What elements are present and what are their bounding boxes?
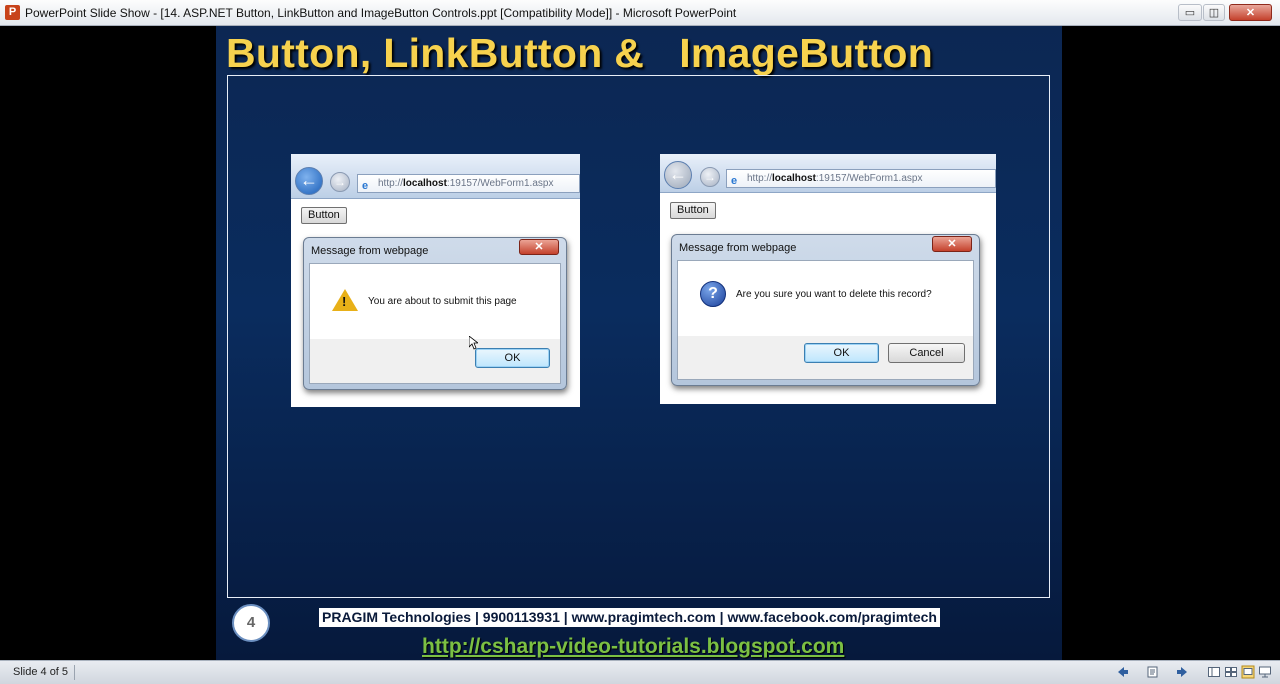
slide-menu-icon[interactable] [1146,665,1160,679]
alert-dialog: Message from webpage ✕ ! You are about t… [303,237,567,390]
confirm-dialog: Message from webpage ✕ ? Are you sure yo… [671,234,980,386]
dialog-body: ? Are you sure you want to delete this r… [677,260,974,380]
mouse-cursor-icon [469,336,478,350]
address-host: localhost [403,178,447,189]
browser-toolbar: ← → e http://localhost:19157/WebForm1.asp… [660,154,996,193]
status-bar: Slide 4 of 5 [0,660,1280,684]
dialog-title: Message from webpage [679,242,797,254]
forward-arrow-icon: → [330,172,350,192]
minimize-button[interactable]: ▭ [1178,4,1202,21]
alert-screenshot: ← → e http://localhost:19157/WebForm1.asp… [291,154,580,407]
footer-url-link[interactable]: http://csharp-video-tutorials.blogspot.c… [422,635,844,659]
back-arrow-icon: ← [295,167,323,195]
dialog-message-area: ? Are you sure you want to delete this r… [678,261,973,336]
window-titlebar: P PowerPoint Slide Show - [14. ASP.NET B… [0,0,1280,26]
address-suffix: :19157/WebForm1.aspx [815,173,923,184]
back-arrow-icon: ← [664,161,692,189]
address-bar: e http://localhost:19157/WebForm1.aspx [726,169,996,188]
slide-title: Button, LinkButton & ImageButton [226,30,934,76]
reading-view-icon[interactable] [1241,665,1255,679]
address-prefix: http:// [747,173,773,184]
next-slide-icon[interactable] [1175,665,1189,679]
slide-indicator: Slide 4 of 5 [13,666,69,678]
previous-slide-icon[interactable] [1116,665,1130,679]
ok-button: OK [475,348,550,368]
dialog-body: ! You are about to submit this page OK [309,263,561,384]
page-button: Button [301,207,347,224]
dialog-message: You are about to submit this page [368,296,517,307]
dialog-message-area: ! You are about to submit this page [310,264,560,339]
slide-sorter-icon[interactable] [1224,665,1238,679]
address-host: localhost [772,173,816,184]
window-title: PowerPoint Slide Show - [14. ASP.NET But… [25,6,737,20]
footer-banner: PRAGIM Technologies | 9900113931 | www.p… [319,608,940,627]
dialog-close-icon: ✕ [519,239,559,255]
normal-view-icon[interactable] [1207,665,1221,679]
address-suffix: :19157/WebForm1.aspx [446,178,554,189]
browser-toolbar: ← → e http://localhost:19157/WebForm1.asp… [291,154,580,199]
question-icon: ? [700,281,726,307]
warning-mark: ! [342,294,347,309]
ie-icon: e [731,175,738,187]
confirm-screenshot: ← → e http://localhost:19157/WebForm1.asp… [660,154,996,404]
status-separator [74,665,75,680]
cancel-button: Cancel [888,343,965,363]
powerpoint-app-icon: P [5,5,20,20]
dialog-message: Are you sure you want to delete this rec… [736,289,932,300]
restore-button[interactable]: ◫ [1203,4,1225,21]
dialog-close-icon: ✕ [932,236,972,252]
ok-button: OK [804,343,879,363]
forward-arrow-icon: → [700,167,720,187]
address-bar: e http://localhost:19157/WebForm1.aspx [357,174,580,193]
slide-canvas[interactable]: Button, LinkButton & ImageButton ← → e ht… [216,26,1062,660]
close-window-button[interactable]: ✕ [1229,4,1272,21]
ie-icon: e [362,180,369,192]
slide-show-icon[interactable] [1258,665,1272,679]
address-prefix: http:// [378,178,404,189]
page-button: Button [670,202,716,219]
dialog-title: Message from webpage [311,245,429,257]
slide-number-badge: 4 [232,604,270,642]
